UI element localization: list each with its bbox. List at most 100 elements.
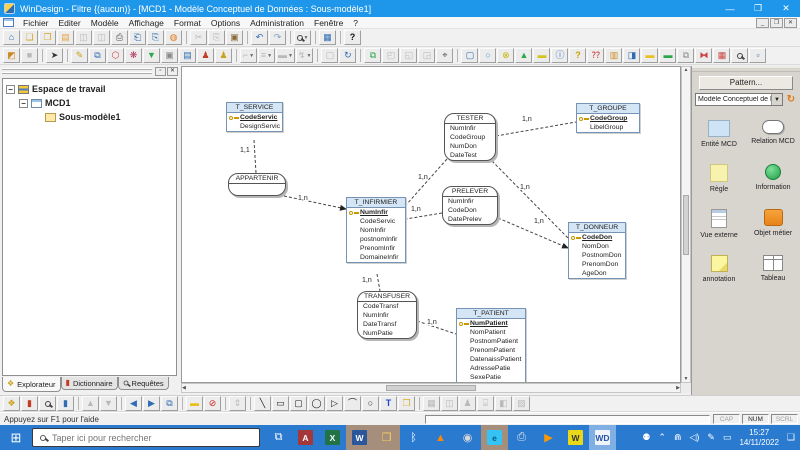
constraint-icon[interactable]: ⊗ xyxy=(497,48,514,63)
diagram-canvas[interactable]: 1,11,n1,n1,n1,n1,n1,n1,n1,n T_SERVICECod… xyxy=(181,66,681,383)
chevron-down-icon[interactable]: ▼ xyxy=(771,94,782,105)
network-icon[interactable]: ⧓ xyxy=(695,48,712,63)
mcd-relation-icon[interactable]: ○ xyxy=(479,48,496,63)
color-palette-icon[interactable]: ❋ xyxy=(125,48,142,63)
shapes-2-icon[interactable]: ◨ xyxy=(623,48,640,63)
menu-editer[interactable]: Editer xyxy=(54,18,86,28)
volume-icon[interactable]: ◁) xyxy=(689,433,699,442)
mdi-minimize-button[interactable]: _ xyxy=(756,18,769,28)
menu-fichier[interactable]: Fichier xyxy=(18,18,54,28)
palette-item-entity[interactable]: Entité MCD xyxy=(693,120,745,148)
canvas-horizontal-scrollbar[interactable]: ◀ ▶ xyxy=(181,383,681,393)
open-icon[interactable]: ▤ xyxy=(57,30,74,45)
draw-line-icon[interactable]: ╲ xyxy=(254,396,271,411)
panel-close-button[interactable]: ✕ xyxy=(167,67,178,76)
menu-format[interactable]: Format xyxy=(169,18,206,28)
fax-icon[interactable]: ⎙ xyxy=(508,425,535,450)
org-chart-icon[interactable]: ⧉ xyxy=(89,48,106,63)
palette-item-relation[interactable]: Relation MCD xyxy=(747,120,799,148)
bluetooth-icon[interactable]: ᛒ xyxy=(400,425,427,450)
draw-note-icon[interactable]: ❒ xyxy=(398,396,415,411)
draw-text-icon[interactable]: T xyxy=(380,396,397,411)
redo-icon[interactable]: ↷ xyxy=(269,30,286,45)
media-player-icon[interactable]: ▶ xyxy=(535,425,562,450)
model-check-icon[interactable]: ◩ xyxy=(3,48,20,63)
search-lens-icon[interactable] xyxy=(39,396,56,411)
chevron-up-icon[interactable]: ⌃ xyxy=(658,433,666,442)
vlc-icon[interactable]: ▲ xyxy=(427,425,454,450)
tab-dictionnaire[interactable]: ▮Dictionnaire xyxy=(61,377,118,390)
pattern-panel-gripper[interactable] xyxy=(692,66,800,72)
taskbar-search[interactable] xyxy=(32,428,260,447)
entity-t_service[interactable]: T_SERVICECodeServicDesignServic xyxy=(226,102,283,132)
relation-link[interactable] xyxy=(254,140,256,173)
nav-left-icon[interactable]: ◀ xyxy=(125,396,142,411)
user-clock-icon[interactable]: ♟ xyxy=(215,48,232,63)
pill-green-icon[interactable]: ▬ xyxy=(659,48,676,63)
relation-link[interactable] xyxy=(284,196,346,209)
relation-link[interactable] xyxy=(377,274,380,291)
expander-icon[interactable]: − xyxy=(19,99,28,108)
draw-ellipse-icon[interactable]: ◯ xyxy=(308,396,325,411)
edge-icon[interactable]: e xyxy=(481,425,508,450)
restore-button[interactable]: ❐ xyxy=(744,0,772,17)
undo-icon[interactable]: ↶ xyxy=(251,30,268,45)
your-phone-icon[interactable]: ◉ xyxy=(454,425,481,450)
task-view-icon[interactable]: ⧉ xyxy=(265,425,292,450)
panel-gripper[interactable]: ▫ ✕ xyxy=(0,66,180,77)
notification-center-icon[interactable]: ❑ xyxy=(787,433,795,442)
palette-item-note[interactable]: annotation xyxy=(693,255,745,283)
entity-t_groupe[interactable]: T_GROUPECodeGroupLibelGroup xyxy=(576,103,640,133)
palette-item-object[interactable]: Objet métier xyxy=(747,209,799,239)
show-label-icon[interactable]: ▬ xyxy=(186,396,203,411)
new-document-icon[interactable]: ❏ xyxy=(21,30,38,45)
tab-explorateur[interactable]: ❖Explorateur xyxy=(2,377,61,392)
expander-icon[interactable]: − xyxy=(6,85,15,94)
menu-fentre[interactable]: Fenêtre xyxy=(309,18,348,28)
taskbar-clock[interactable]: 15:27 14/11/2022 xyxy=(739,428,778,447)
tab-requêtes[interactable]: Requêtes xyxy=(118,377,169,390)
entity-t_patient[interactable]: T_PATIENTNumPatientNomPatientPostnomPati… xyxy=(456,308,526,383)
palette-item-rule[interactable]: Règle xyxy=(693,164,745,193)
close-button[interactable]: ✕ xyxy=(772,0,800,17)
dictionnaire-book-icon[interactable]: ▮ xyxy=(21,396,38,411)
publish-web-icon[interactable]: ◍ xyxy=(165,30,182,45)
relation-appartenir[interactable]: APPARTENIR xyxy=(228,173,286,196)
zoom-icon[interactable]: ▼ xyxy=(294,30,311,45)
draw-circle-icon[interactable]: ○ xyxy=(362,396,379,411)
new-from-model-icon[interactable]: ❐ xyxy=(39,30,56,45)
relation-tester[interactable]: TESTERNumInfirCodeGroupNumDonDateTest xyxy=(444,113,496,161)
menu-options[interactable]: Options xyxy=(206,18,245,28)
scroll-thumb[interactable] xyxy=(386,385,476,391)
windev-icon[interactable]: W xyxy=(562,425,589,450)
menu-administration[interactable]: Administration xyxy=(245,18,309,28)
start-button[interactable]: ⊞ xyxy=(0,425,32,450)
tree-item-sous-modele1[interactable]: Sous-modèle1 xyxy=(3,110,176,124)
grid-icon[interactable]: ▦ xyxy=(319,30,336,45)
export-icon[interactable]: ⎘ xyxy=(147,30,164,45)
tree-item-mcd1[interactable]: − MCD1 xyxy=(3,96,176,110)
word-icon[interactable]: W xyxy=(346,425,373,450)
draw-arc-icon[interactable]: ⌒ xyxy=(344,396,361,411)
nav-right-icon[interactable]: ▶ xyxy=(143,396,160,411)
submodel-window-icon[interactable]: ⧉ xyxy=(161,396,178,411)
excel-icon[interactable]: X xyxy=(319,425,346,450)
new-window-icon[interactable]: ▢ xyxy=(461,48,478,63)
pattern-dropdown[interactable]: Modèle Conceptuel de Don ▼ xyxy=(695,93,783,106)
pill-yellow-icon[interactable]: ▬ xyxy=(641,48,658,63)
refresh-pattern-icon[interactable]: ↻ xyxy=(785,94,797,105)
zoom-2-icon[interactable] xyxy=(731,48,748,63)
windesign-icon[interactable]: WD xyxy=(589,425,616,450)
form-view-icon[interactable]: ▤ xyxy=(179,48,196,63)
people-icon[interactable]: ⚉ xyxy=(642,433,650,442)
entity-t_donneur[interactable]: T_DONNEURCodeDonNomDonPostnomDonPrenomDo… xyxy=(568,222,626,279)
scroll-right-icon[interactable]: ▶ xyxy=(676,385,680,391)
paste-icon[interactable]: ▣ xyxy=(226,30,243,45)
relation-link[interactable] xyxy=(406,213,442,219)
table-colored-icon[interactable]: ▥ xyxy=(605,48,622,63)
scroll-thumb[interactable] xyxy=(683,195,689,255)
home-icon[interactable]: ⌂ xyxy=(3,30,20,45)
information-icon[interactable]: ⓘ xyxy=(551,48,568,63)
mdi-close-button[interactable]: ✕ xyxy=(784,18,797,28)
canvas-vertical-scrollbar[interactable]: ▲ ▼ xyxy=(681,66,691,383)
